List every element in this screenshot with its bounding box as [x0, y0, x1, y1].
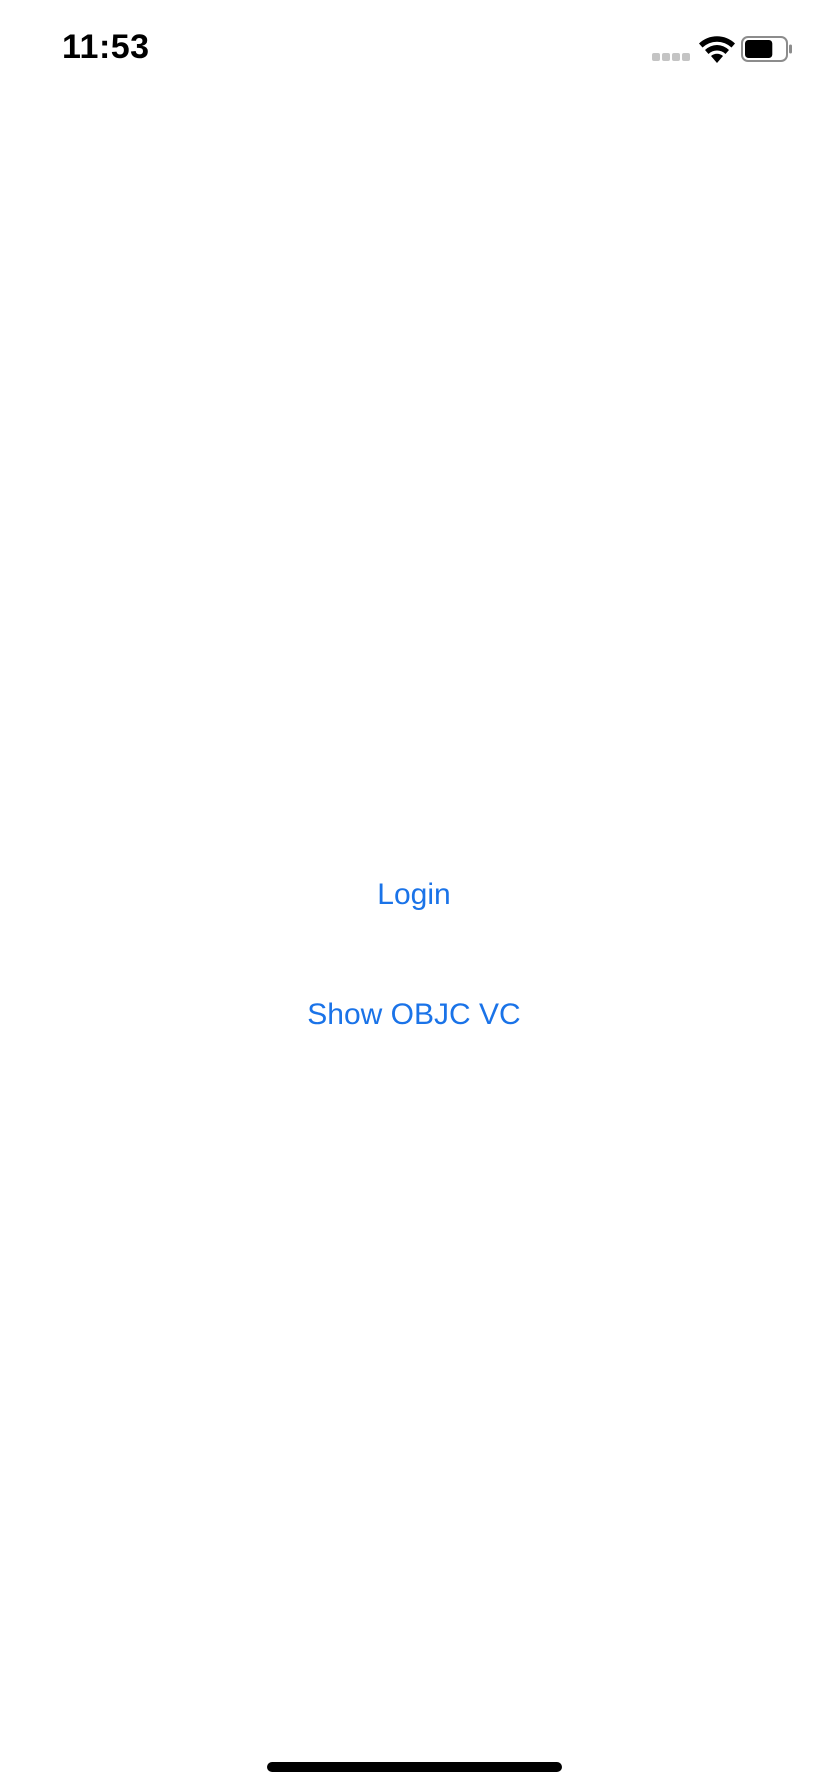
- cellular-signal-icon: [652, 53, 692, 63]
- login-button[interactable]: Login: [0, 874, 828, 916]
- wifi-icon: [699, 36, 735, 63]
- status-time: 11:53: [62, 28, 150, 66]
- status-bar: 11:53: [0, 0, 828, 100]
- battery-icon: [741, 36, 792, 62]
- battery-fill: [745, 40, 773, 58]
- show-objc-vc-button[interactable]: Show OBJC VC: [0, 994, 828, 1036]
- home-indicator[interactable]: [267, 1762, 562, 1772]
